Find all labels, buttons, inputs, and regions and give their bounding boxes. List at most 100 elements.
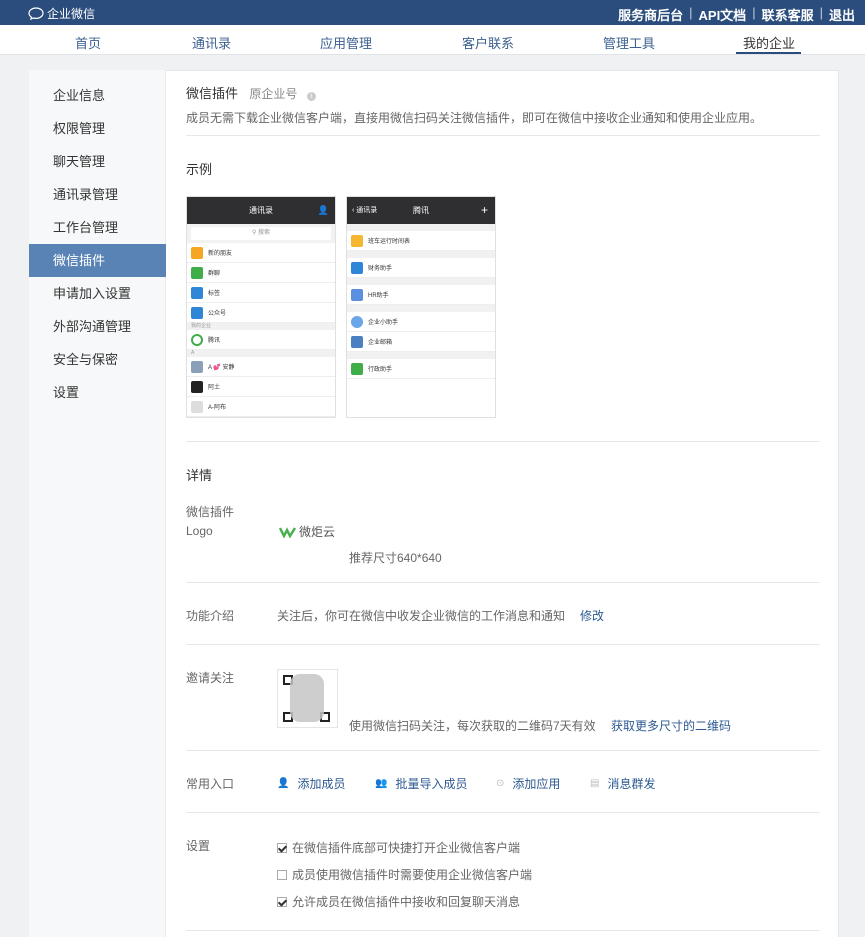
page-description: 成员无需下载企业微信客户端，直接用微信扫码关注微信插件，即可在微信中接收企业通知… (186, 111, 763, 125)
phone-search: ⚲ 搜索 (187, 224, 335, 243)
settings-label: 设置 (186, 839, 211, 853)
avatar (191, 360, 203, 373)
bus-icon (351, 234, 363, 247)
finance-icon (351, 261, 363, 274)
sidebar-item-chat[interactable]: 聊天管理 (29, 145, 166, 178)
list-item: 班车运行时间表 (347, 231, 495, 251)
nav-home[interactable]: 首页 (75, 33, 101, 52)
nav-customer[interactable]: 客户联系 (462, 33, 514, 52)
users-icon: 👥 (375, 778, 388, 789)
example-title: 示例 (186, 162, 213, 177)
invite-text: 使用微信扫码关注，每次获取的二维码7天有效 (349, 719, 596, 733)
add-member-entry[interactable]: 👤 添加成员 (277, 775, 345, 792)
checkbox[interactable] (277, 897, 287, 907)
list-item: 公众号 (187, 303, 335, 323)
qr-code[interactable] (277, 669, 338, 728)
add-app-entry[interactable]: ⊙ 添加应用 (496, 775, 560, 792)
logo-hint: 推荐尺寸640*640 (349, 551, 442, 565)
logo-icon (279, 526, 297, 538)
nav-contacts[interactable]: 通讯录 (192, 33, 231, 52)
group-header: 我的企业 (187, 323, 335, 330)
divider (186, 582, 820, 583)
assistant-icon (351, 315, 363, 328)
edit-intro-link[interactable]: 修改 (580, 607, 604, 624)
sidebar-item-join-settings[interactable]: 申请加入设置 (29, 277, 166, 310)
divider (186, 441, 820, 442)
sidebar-item-contacts-mgmt[interactable]: 通讯录管理 (29, 178, 166, 211)
avatar (191, 380, 203, 393)
sidebar-item-permissions[interactable]: 权限管理 (29, 112, 166, 145)
separator: | (819, 5, 823, 20)
list-item: 行政助手 (347, 359, 495, 379)
list-item: 标签 (187, 283, 335, 303)
sidebar-item-settings[interactable]: 设置 (29, 376, 166, 409)
official-account-icon (191, 306, 203, 319)
list-item: 腾讯 (187, 330, 335, 350)
nav-tools[interactable]: 管理工具 (603, 33, 655, 52)
page-subtitle: 原企业号 (249, 87, 298, 101)
divider (186, 135, 820, 136)
page-title: 微信插件 (186, 86, 239, 101)
group-chat-icon (191, 266, 203, 279)
add-user-icon: 👤 (277, 778, 290, 789)
info-icon[interactable]: i (306, 92, 316, 101)
brand[interactable]: 企业微信 (28, 5, 95, 22)
logo-label: 微信插件 Logo (186, 505, 235, 538)
contact-support-link[interactable]: 联系客服 (762, 5, 814, 24)
plus-icon: + (480, 203, 488, 217)
top-links: 服务商后台 | API文档 | 联系客服 | 退出 (618, 5, 855, 24)
back-link: ‹ 通讯录 (352, 207, 378, 214)
list-item: 财务助手 (347, 258, 495, 278)
separator: | (689, 5, 693, 20)
setting-require-client[interactable]: 成员使用微信插件时需要使用企业微信客户端 (277, 866, 532, 883)
hr-icon (351, 288, 363, 301)
sidebar-item-security[interactable]: 安全与保密 (29, 343, 166, 376)
provider-backend-link[interactable]: 服务商后台 (618, 5, 683, 24)
example-phone-contacts: 通讯录 👤 ⚲ 搜索 新的朋友 群聊 标签 公众号 我的企业 腾讯 A A 💕 … (186, 196, 336, 418)
entry-label: 常用入口 (186, 777, 235, 791)
nav-apps[interactable]: 应用管理 (320, 33, 372, 52)
details-title: 详情 (186, 468, 213, 483)
setting-allow-chat[interactable]: 允许成员在微信插件中接收和回复聊天消息 (277, 893, 520, 910)
sidebar-item-company-info[interactable]: 企业信息 (29, 79, 166, 112)
divider (186, 812, 820, 813)
phone-header-title: 通讯录 (249, 206, 273, 215)
main-nav: 首页 通讯录 应用管理 客户联系 管理工具 我的企业 (0, 25, 865, 55)
company-icon (191, 333, 203, 346)
admin-icon (351, 362, 363, 375)
logout-link[interactable]: 退出 (829, 5, 855, 24)
batch-import-entry[interactable]: 👥 批量导入成员 (375, 775, 467, 792)
phone-header: ‹ 通讯录 腾讯 + (347, 197, 495, 224)
mail-icon (351, 335, 363, 348)
divider (186, 930, 820, 931)
phone-header-title: 腾讯 (413, 206, 429, 215)
brand-name: 企业微信 (47, 7, 96, 21)
api-docs-link[interactable]: API文档 (699, 5, 747, 24)
search-placeholder: 搜索 (258, 230, 271, 236)
intro-label: 功能介绍 (186, 609, 235, 623)
checkbox[interactable] (277, 870, 287, 880)
phone-header: 通讯录 👤 (187, 197, 335, 224)
list-item: A 💕 安静 (187, 357, 335, 377)
broadcast-entry[interactable]: ▤ 消息群发 (590, 775, 655, 792)
nav-my-company[interactable]: 我的企业 (743, 33, 795, 52)
get-more-qr-link[interactable]: 获取更多尺寸的二维码 (611, 717, 731, 734)
app-icon: ⊙ (496, 778, 505, 789)
sidebar-item-wechat-plugin[interactable]: 微信插件 (29, 244, 166, 277)
checkbox[interactable] (277, 843, 287, 853)
divider (186, 750, 820, 751)
setting-quick-open[interactable]: 在微信插件底部可快捷打开企业微信客户端 (277, 839, 520, 856)
list-item: 群聊 (187, 263, 335, 283)
avatar (191, 400, 203, 413)
sidebar-item-workbench[interactable]: 工作台管理 (29, 211, 166, 244)
intro-text: 关注后，你可在微信中收发企业微信的工作消息和通知 (277, 609, 566, 623)
plugin-logo[interactable]: 微炬云 (279, 523, 335, 540)
page-header: 微信插件 原企业号 i (186, 83, 316, 102)
sidebar-item-external[interactable]: 外部沟通管理 (29, 310, 166, 343)
search-icon: ⚲ (251, 230, 257, 236)
wecom-logo-icon (28, 7, 44, 20)
list-item: HR助手 (347, 285, 495, 305)
logo-text: 微炬云 (299, 525, 336, 539)
list-item: A-阿布 (187, 397, 335, 417)
example-phone-company: ‹ 通讯录 腾讯 + 班车运行时间表 财务助手 HR助手 企业小助手 企业邮箱 … (346, 196, 496, 418)
